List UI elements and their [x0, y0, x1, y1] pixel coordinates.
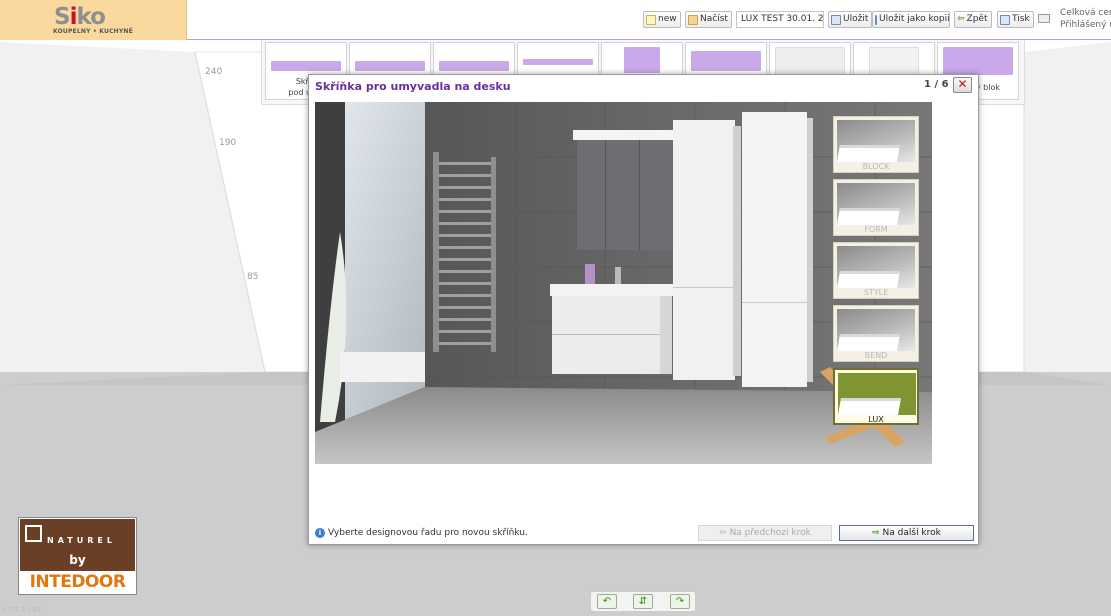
- view-toolbar: ↶ ⇵ ↷: [590, 591, 696, 612]
- top-toolbar: Siko KOUPELNY • KUCHYNĚ new Načíst LUX T…: [0, 0, 1111, 40]
- series-option-form[interactable]: FORM: [833, 179, 919, 236]
- series-thumbnail: [837, 183, 915, 225]
- scale-label: 85: [247, 272, 259, 282]
- preview-image: BLOCK FORM STYLE BEND LUX: [315, 102, 932, 464]
- reset-view-button[interactable]: ⇵: [633, 594, 653, 609]
- siko-logo[interactable]: Siko KOUPELNY • KUCHYNĚ: [0, 0, 187, 40]
- save-copy-icon: [875, 14, 877, 25]
- save-button[interactable]: Uložit: [828, 11, 873, 28]
- logged-user-label: Přihlášený uživ: [1060, 20, 1111, 30]
- scale-label: 240: [205, 67, 223, 77]
- series-option-block[interactable]: BLOCK: [833, 116, 919, 173]
- save-disk-icon: [831, 14, 841, 25]
- arrow-right-icon: ⇨: [872, 528, 880, 538]
- save-as-copy-button[interactable]: Uložit jako kopii: [872, 11, 950, 28]
- close-button[interactable]: ✕: [953, 77, 972, 93]
- back-button[interactable]: ⇦ Zpět: [954, 11, 992, 28]
- instruction-hint: i Vyberte designovou řadu pro novou skří…: [315, 528, 528, 538]
- logo-wordmark: Siko: [54, 4, 106, 30]
- previous-step-button[interactable]: ⇦ Na předchozí krok: [698, 525, 832, 541]
- cabinet-wizard-dialog: Skříňka pro umyvadla na desku 1 / 6 ✕ BL…: [308, 74, 979, 545]
- new-button[interactable]: new: [643, 11, 681, 28]
- rotate-left-button[interactable]: ↶: [597, 594, 617, 609]
- naturel-intedoor-logo: NATUREL by INTEDOOR: [18, 517, 137, 595]
- scale-label: 190: [219, 138, 237, 148]
- project-name-field[interactable]: LUX TEST 30.01. 201: [736, 11, 824, 28]
- new-document-icon: [646, 14, 656, 25]
- series-thumbnail: [838, 373, 916, 415]
- rotate-right-button[interactable]: ↷: [670, 594, 690, 609]
- user-info: Celková cena Přihlášený uživ: [1038, 8, 1111, 34]
- arrow-left-icon: ⇦: [719, 528, 727, 538]
- user-card-icon: [1038, 14, 1050, 23]
- info-icon: i: [315, 528, 325, 538]
- printer-icon: [1000, 14, 1010, 25]
- series-option-style[interactable]: STYLE: [833, 242, 919, 299]
- dialog-title: Skříňka pro umyvadla na desku: [315, 80, 511, 93]
- step-indicator: 1 / 6: [924, 79, 949, 90]
- back-arrow-icon: ⇦: [957, 14, 965, 24]
- open-folder-icon: [688, 14, 698, 25]
- total-price-label: Celková cena: [1060, 8, 1111, 18]
- version-label: 1.7.2.3 : 84: [1, 606, 42, 614]
- load-button[interactable]: Načíst: [685, 11, 732, 28]
- series-thumbnail: [837, 246, 915, 288]
- naturel-mark-icon: [25, 525, 42, 542]
- print-button[interactable]: Tisk: [997, 11, 1034, 28]
- series-thumbnail: [837, 120, 915, 162]
- next-step-button[interactable]: ⇨ Na další krok: [839, 525, 974, 541]
- series-option-lux[interactable]: LUX: [833, 368, 919, 425]
- series-thumbnail: [837, 309, 915, 351]
- series-option-bend[interactable]: BEND: [833, 305, 919, 362]
- logo-tagline: KOUPELNY • KUCHYNĚ: [53, 28, 133, 35]
